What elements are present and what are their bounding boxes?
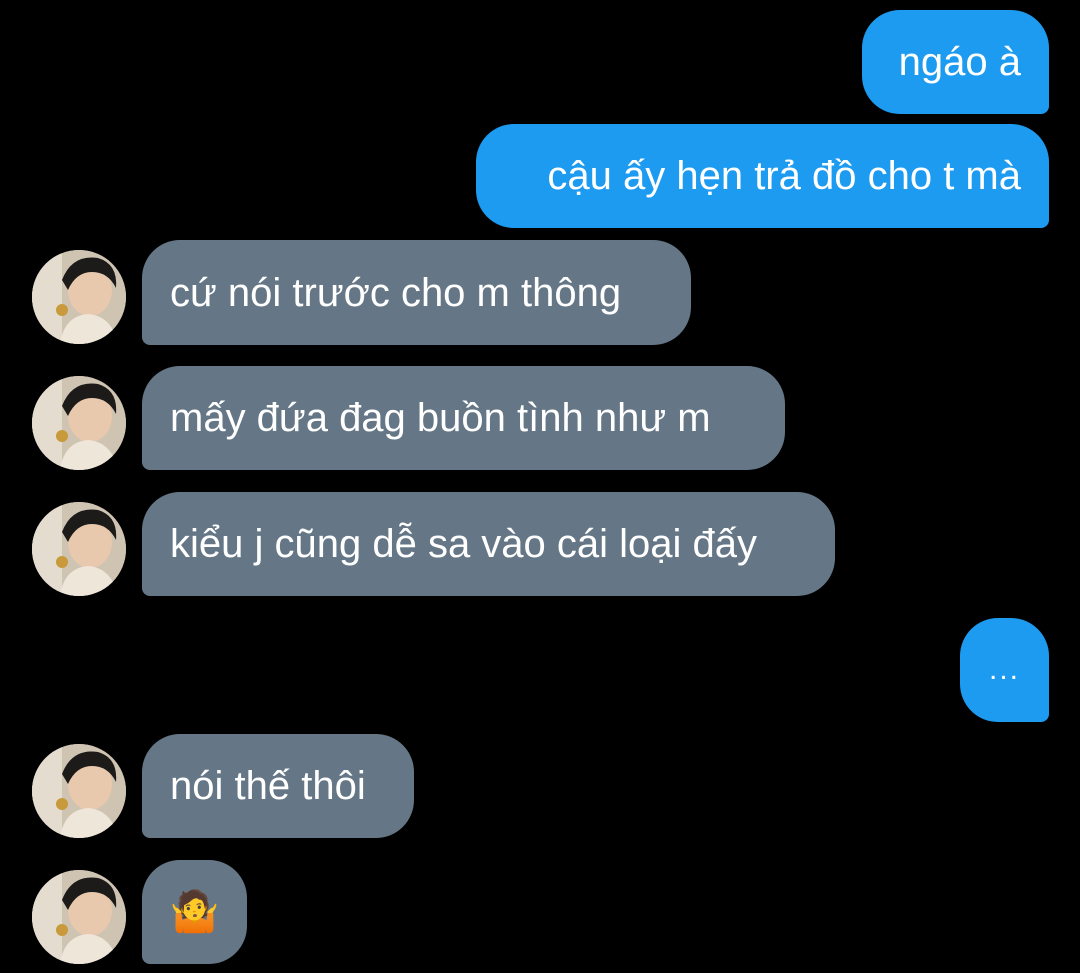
avatar-photo-icon <box>32 870 126 964</box>
outgoing-message-bubble[interactable]: ngáo à <box>862 10 1049 114</box>
shrug-emoji-icon: 🤷 <box>169 889 220 935</box>
avatar-photo-icon <box>32 376 126 470</box>
message-text: mấy đứa đag buồn tình như m <box>170 396 711 440</box>
incoming-message-bubble[interactable]: kiểu j cũng dễ sa vào cái loại đấy <box>142 492 835 596</box>
incoming-message-bubble[interactable]: nói thế thôi <box>142 734 414 838</box>
avatar-photo-icon <box>32 250 126 344</box>
message-text: cứ nói trước cho m thông <box>170 270 622 315</box>
incoming-message-bubble[interactable]: cứ nói trước cho m thông <box>142 240 691 345</box>
avatar-photo-icon <box>32 502 126 596</box>
message-text: ... <box>988 653 1020 686</box>
avatar-photo-icon <box>32 744 126 838</box>
incoming-message-bubble[interactable]: mấy đứa đag buồn tình như m <box>142 366 785 470</box>
outgoing-message-bubble[interactable]: ... <box>960 618 1049 722</box>
message-text: kiểu j cũng dễ sa vào cái loại đấy <box>170 522 758 566</box>
avatar[interactable] <box>32 376 126 470</box>
message-text: ngáo à <box>898 40 1021 84</box>
message-thread: ngáo à cậu ấy hẹn trả đồ cho t mà cứ nói… <box>0 0 1080 973</box>
avatar[interactable] <box>32 250 126 344</box>
avatar[interactable] <box>32 502 126 596</box>
incoming-message-bubble[interactable]: 🤷 <box>142 860 247 964</box>
avatar[interactable] <box>32 744 126 838</box>
message-text: cậu ấy hẹn trả đồ cho t mà <box>547 154 1021 198</box>
outgoing-message-bubble[interactable]: cậu ấy hẹn trả đồ cho t mà <box>476 124 1049 228</box>
avatar[interactable] <box>32 870 126 964</box>
message-text: nói thế thôi <box>170 764 366 808</box>
